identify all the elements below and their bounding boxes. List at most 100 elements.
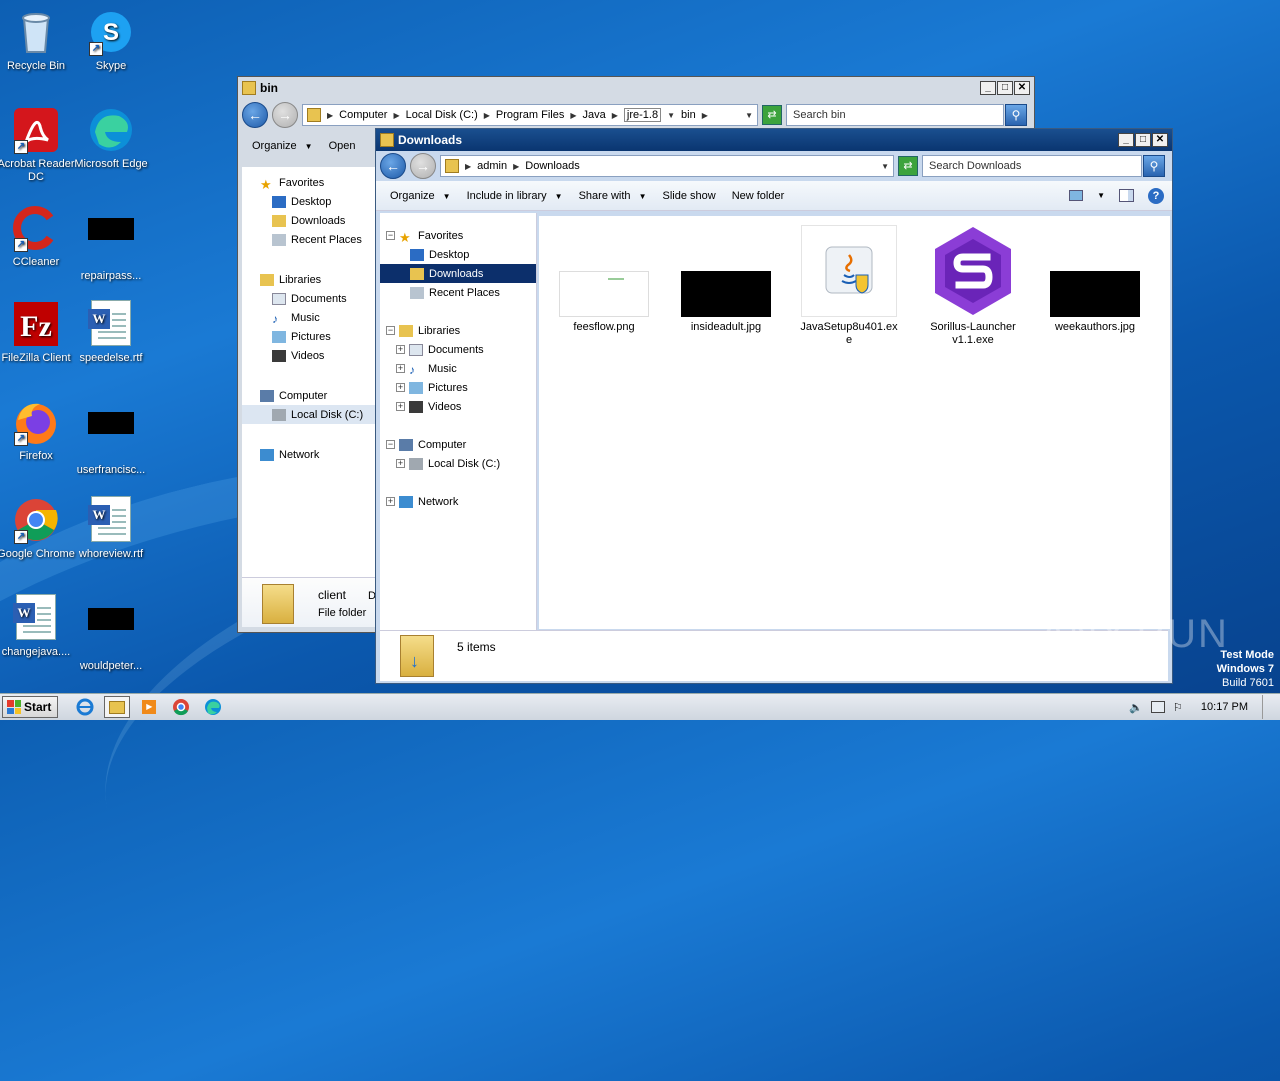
search-icon[interactable]: ⚲ — [1143, 155, 1165, 177]
refresh-icon[interactable]: ⇄ — [762, 105, 782, 125]
file-item[interactable]: JavaSetup8u401.exe — [799, 225, 899, 347]
file-item[interactable]: weekauthors.jpg — [1045, 271, 1145, 334]
breadcrumb-item[interactable]: Computer — [339, 109, 387, 121]
nav-recent-places[interactable]: Recent Places — [242, 230, 375, 249]
close-button[interactable]: ✕ — [1014, 81, 1030, 95]
breadcrumb-item[interactable]: admin — [477, 160, 507, 172]
breadcrumb-item[interactable]: Java — [583, 109, 606, 121]
file-item[interactable]: Sorillus-Launcher v1.1.exe — [923, 225, 1023, 347]
breadcrumb-item[interactable]: jre-1.8 — [623, 108, 662, 122]
nav-downloads[interactable]: Downloads — [380, 264, 536, 283]
recycle-bin-icon — [12, 8, 60, 56]
word-document-icon: W — [13, 594, 56, 640]
clock[interactable]: 10:17 PM — [1201, 701, 1248, 713]
breadcrumb-item[interactable]: bin — [681, 109, 696, 121]
nav-pictures[interactable]: + Pictures — [380, 378, 536, 397]
back-button[interactable]: ← — [380, 153, 406, 179]
nav-libraries[interactable]: Libraries — [242, 270, 375, 289]
desktop-icon-ccleaner[interactable]: ↗ CCleaner — [0, 204, 76, 269]
nav-local-disk[interactable]: + Local Disk (C:) — [380, 454, 536, 473]
nav-desktop[interactable]: Desktop — [242, 192, 375, 211]
forward-button[interactable]: → — [272, 102, 298, 128]
nav-music[interactable]: ♪ Music — [242, 308, 375, 327]
nav-network[interactable]: + Network — [380, 492, 536, 511]
show-desktop-button[interactable] — [1262, 695, 1272, 719]
forward-button[interactable]: → — [410, 153, 436, 179]
back-button[interactable]: ← — [242, 102, 268, 128]
start-button[interactable]: Start — [2, 696, 59, 718]
view-options-chevron-icon[interactable]: ▼ — [1097, 191, 1105, 200]
refresh-icon[interactable]: ⇄ — [898, 156, 918, 176]
volume-icon[interactable]: 🔈 — [1129, 701, 1143, 714]
new-folder-button[interactable]: New folder — [726, 187, 791, 205]
file-item[interactable]: feesflow.png — [554, 271, 654, 334]
share-with-button[interactable]: Share with ▼ — [573, 187, 653, 205]
preview-pane-icon[interactable] — [1119, 189, 1134, 202]
desktop-file-repairpass[interactable]: repairpass... — [71, 204, 151, 283]
nav-computer[interactable]: Computer — [242, 386, 375, 405]
nav-music[interactable]: + ♪ Music — [380, 359, 536, 378]
nav-videos[interactable]: Videos — [242, 346, 375, 365]
desktop-file-wouldpeter[interactable]: wouldpeter... — [71, 594, 151, 673]
desktop-file-changejava[interactable]: W changejava.... — [0, 594, 76, 659]
desktop-file-whoreview[interactable]: W whoreview.rtf — [71, 496, 151, 561]
internet-explorer-icon[interactable] — [72, 696, 98, 718]
desktop-icon-filezilla[interactable]: Fz FileZilla Client — [0, 300, 76, 365]
downloads-explorer-window[interactable]: Downloads _ □ ✕ ← → ▶ admin ▶ Downloads ▼ … — [375, 128, 1173, 684]
redacted-thumbnail — [88, 608, 134, 630]
desktop-icon-acrobat[interactable]: ↗ Acrobat Reader DC — [0, 106, 76, 184]
desktop-icon-firefox[interactable]: ↗ Firefox — [0, 398, 76, 463]
edge-taskbar-icon[interactable] — [200, 696, 226, 718]
change-view-icon[interactable] — [1069, 190, 1084, 201]
minimize-button[interactable]: _ — [980, 81, 996, 95]
maximize-button[interactable]: □ — [1135, 133, 1151, 147]
nav-desktop[interactable]: Desktop — [380, 245, 536, 264]
search-input[interactable]: Search Downloads ⚲ — [922, 155, 1165, 177]
maximize-button[interactable]: □ — [997, 81, 1013, 95]
explorer-taskbar-icon[interactable] — [104, 696, 131, 718]
minimize-button[interactable]: _ — [1118, 133, 1134, 147]
image-thumbnail — [1050, 271, 1140, 317]
close-button[interactable]: ✕ — [1152, 133, 1168, 147]
file-item[interactable]: insideadult.jpg — [676, 271, 776, 334]
organize-button[interactable]: Organize ▼ — [384, 187, 457, 205]
desktop-icon-chrome[interactable]: ↗ Google Chrome — [0, 496, 76, 561]
title-bar[interactable]: Downloads _ □ ✕ — [376, 129, 1172, 151]
network-icon[interactable] — [1151, 701, 1166, 713]
nav-videos[interactable]: + Videos — [380, 397, 536, 416]
desktop-icon-edge[interactable]: Microsoft Edge — [71, 106, 151, 171]
address-bar[interactable]: ▶ Computer ▶ Local Disk (C:) ▶ Program File… — [302, 104, 758, 126]
breadcrumb-item[interactable]: Local Disk (C:) — [406, 109, 478, 121]
desktop-icon-skype[interactable]: S ↗ Skype — [71, 8, 151, 73]
nav-computer[interactable]: − Computer — [380, 435, 536, 454]
nav-documents[interactable]: + Documents — [380, 340, 536, 359]
include-in-library-button[interactable]: Include in library ▼ — [461, 187, 569, 205]
action-center-flag-icon[interactable]: ⚐ — [1173, 701, 1183, 714]
search-icon[interactable]: ⚲ — [1005, 104, 1027, 126]
desktop-icon-recycle-bin[interactable]: Recycle Bin — [0, 8, 76, 73]
media-player-icon[interactable]: ▶ — [136, 696, 162, 718]
desktop-file-speedelse[interactable]: W speedelse.rtf — [71, 300, 151, 365]
nav-favorites[interactable]: − ★ Favorites — [380, 226, 536, 245]
breadcrumb-item[interactable]: Program Files — [496, 109, 564, 121]
desktop-file-userfrancisc[interactable]: userfrancisc... — [71, 398, 151, 477]
organize-button[interactable]: Organize ▼ — [246, 137, 319, 155]
nav-pictures[interactable]: Pictures — [242, 327, 375, 346]
address-bar[interactable]: ▶ admin ▶ Downloads ▼ — [440, 155, 894, 177]
slide-show-button[interactable]: Slide show — [656, 187, 721, 205]
search-input[interactable]: Search bin ⚲ — [786, 104, 1027, 126]
title-bar[interactable]: bin _ □ ✕ — [238, 77, 1034, 99]
details-name: client — [318, 588, 347, 602]
nav-network[interactable]: Network — [242, 445, 375, 464]
breadcrumb-item[interactable]: Downloads — [525, 160, 579, 172]
nav-documents[interactable]: Documents — [242, 289, 375, 308]
help-icon[interactable]: ? — [1148, 187, 1164, 204]
open-button[interactable]: Open — [323, 137, 362, 155]
chrome-taskbar-icon[interactable] — [168, 696, 194, 718]
nav-favorites[interactable]: ★ Favorites — [242, 173, 375, 192]
nav-libraries[interactable]: − Libraries — [380, 321, 536, 340]
nav-downloads[interactable]: Downloads — [242, 211, 375, 230]
nav-recent-places[interactable]: Recent Places — [380, 283, 536, 302]
nav-local-disk[interactable]: Local Disk (C:) — [242, 405, 375, 424]
file-list[interactable]: feesflow.png insideadult.jpg JavaSetup8u… — [539, 216, 1170, 629]
